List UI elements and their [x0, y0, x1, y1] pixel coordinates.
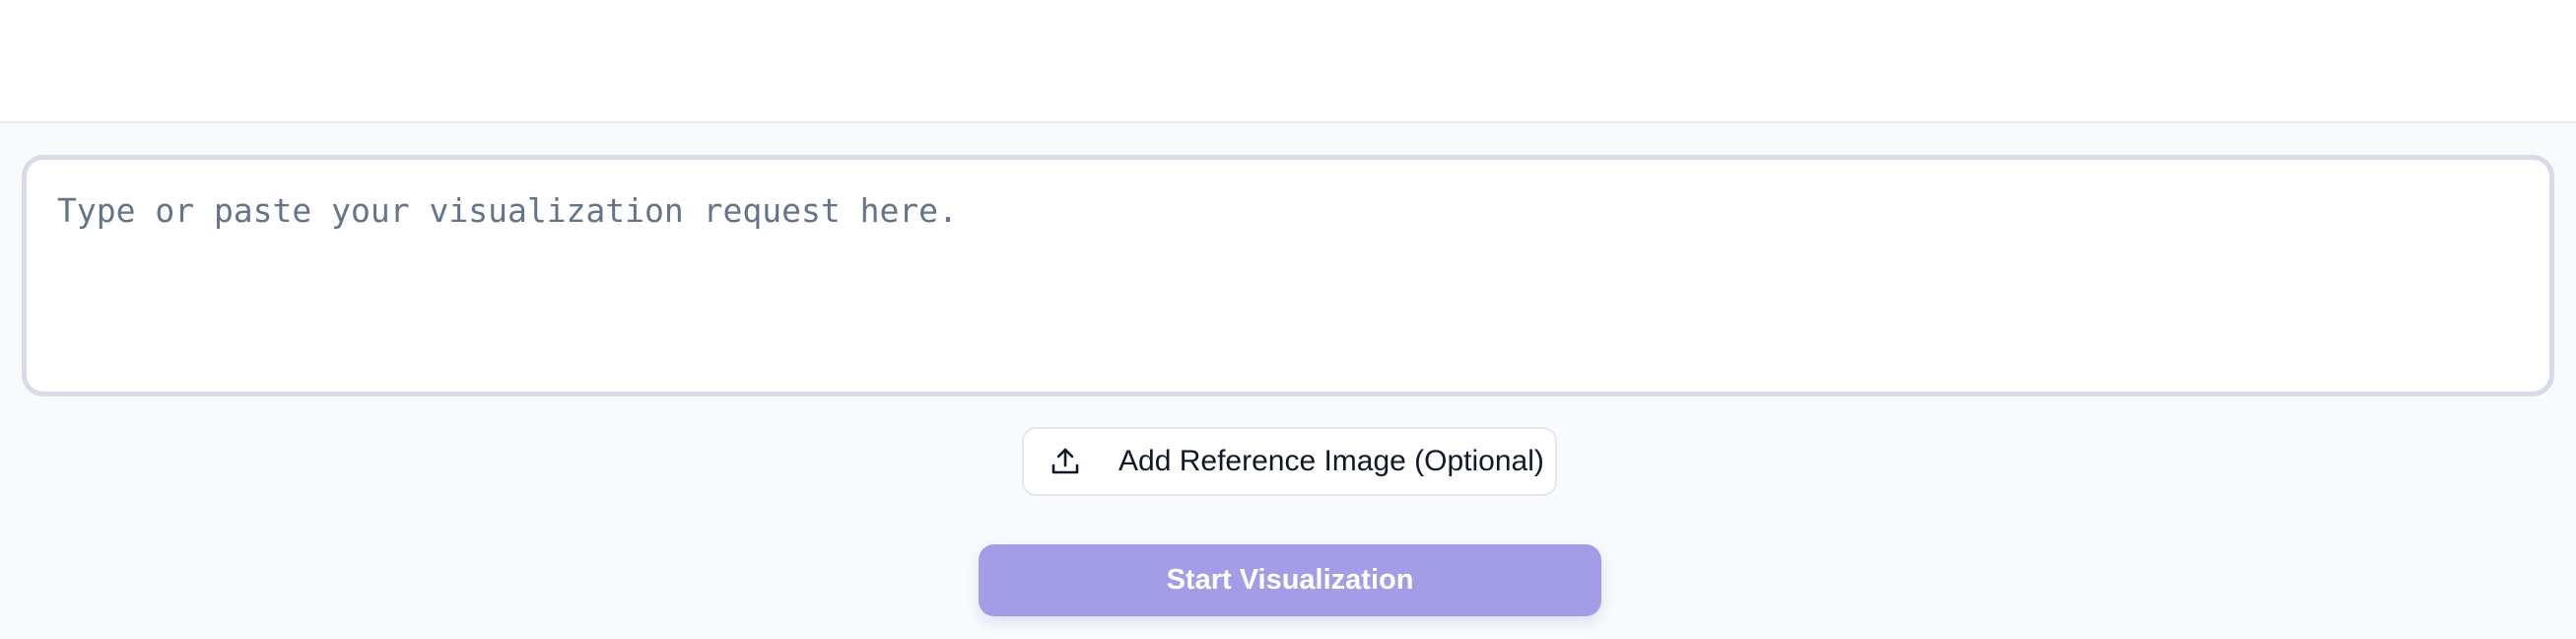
header-area [0, 0, 2576, 123]
start-visualization-button[interactable]: Start Visualization [979, 544, 1601, 616]
add-reference-image-label: Add Reference Image (Optional) [1119, 445, 1544, 477]
add-reference-image-button[interactable]: Add Reference Image (Optional) [1022, 427, 1557, 496]
prompt-container [22, 155, 2554, 396]
upload-icon [1050, 446, 1081, 477]
visualization-request-input[interactable] [57, 191, 2519, 360]
